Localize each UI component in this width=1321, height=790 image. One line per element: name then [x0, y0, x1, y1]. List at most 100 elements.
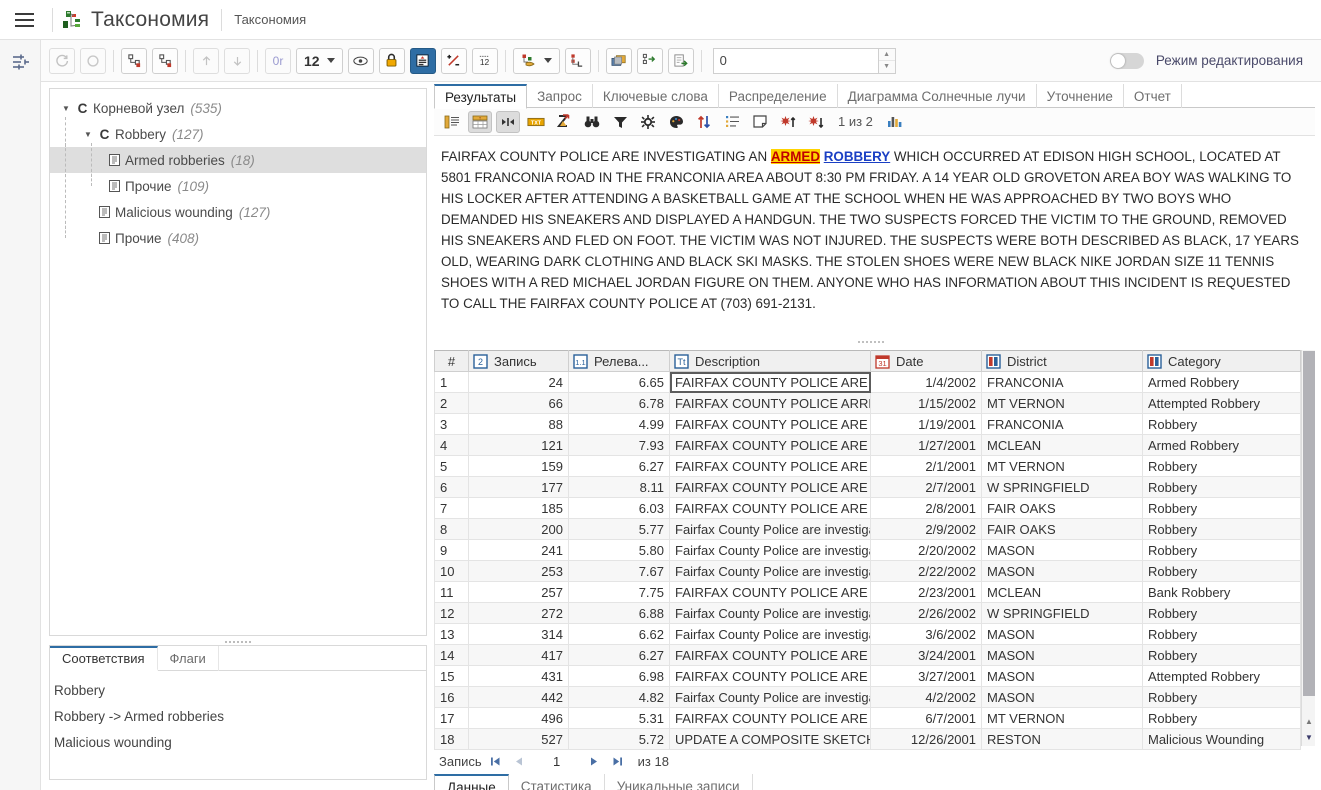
cell-category[interactable]: Armed Robbery — [1142, 434, 1301, 456]
cell-relevance[interactable]: 6.27 — [568, 455, 670, 477]
palette-icon[interactable] — [664, 111, 688, 133]
list-item[interactable]: Malicious wounding — [50, 729, 426, 755]
node-export-icon[interactable] — [636, 47, 663, 74]
cell-district[interactable]: MT VERNON — [981, 455, 1143, 477]
counter-12-icon[interactable]: 12 — [471, 47, 498, 74]
cell-date[interactable]: 2/7/2001 — [870, 476, 982, 498]
cell-district[interactable]: MCLEAN — [981, 434, 1143, 456]
cell-category[interactable]: Robbery — [1142, 539, 1301, 561]
cell-date[interactable]: 1/15/2002 — [870, 392, 982, 414]
list-item[interactable]: Robbery — [50, 677, 426, 703]
cell-category[interactable]: Robbery — [1142, 497, 1301, 519]
cell-record[interactable]: 257 — [468, 581, 569, 603]
cell-record[interactable]: 121 — [468, 434, 569, 456]
binoculars-icon[interactable] — [580, 111, 604, 133]
cell-relevance[interactable]: 4.82 — [568, 686, 670, 708]
cell-district[interactable]: FAIR OAKS — [981, 497, 1143, 519]
tab-refinement[interactable]: Уточнение — [1037, 84, 1124, 108]
cell-date[interactable]: 4/2/2002 — [870, 686, 982, 708]
cell-district[interactable]: MASON — [981, 644, 1143, 666]
tree-expand-icon[interactable] — [121, 47, 147, 74]
last-record-icon[interactable] — [608, 752, 628, 770]
tab-query[interactable]: Запрос — [527, 84, 593, 108]
cell-district[interactable]: MT VERNON — [981, 707, 1143, 729]
edit-mode-toggle[interactable] — [1109, 52, 1144, 69]
cell-description[interactable]: FAIRFAX COUNTY POLICE ARE INVE — [669, 665, 871, 687]
stepper-up-icon[interactable]: ▲ — [878, 49, 895, 61]
cell-description[interactable]: FAIRFAX COUNTY POLICE ARRESTE — [669, 392, 871, 414]
cell-relevance[interactable]: 7.93 — [568, 434, 670, 456]
cell-district[interactable]: MASON — [981, 539, 1143, 561]
tree-node-armed-robberies[interactable]: Armed robberies (18) — [50, 143, 426, 177]
cell-date[interactable]: 2/22/2002 — [870, 560, 982, 582]
cell-description[interactable]: FAIRFAX COUNTY POLICE ARE INVE — [669, 497, 871, 519]
plus-minus-icon[interactable] — [440, 47, 467, 74]
column-header-relevance[interactable]: 1.1 Релева... — [568, 350, 670, 372]
cell-category[interactable]: Robbery — [1142, 476, 1301, 498]
cell-record[interactable]: 177 — [468, 476, 569, 498]
cell-record[interactable]: 253 — [468, 560, 569, 582]
cell-district[interactable]: W SPRINGFIELD — [981, 476, 1143, 498]
tree-node-malicious-wounding[interactable]: Malicious wounding (127) — [50, 195, 426, 229]
tree-node-robbery[interactable]: ▼ C Robbery (127) — [50, 117, 426, 147]
cell-date[interactable]: 1/27/2001 — [870, 434, 982, 456]
cell-district[interactable]: MASON — [981, 665, 1143, 687]
list-view-icon[interactable] — [440, 111, 464, 133]
cell-record[interactable]: 88 — [468, 413, 569, 435]
table-row[interactable]: 6 177 8.11 FAIRFAX COUNTY POLICE ARE INV… — [434, 476, 1301, 498]
cell-category[interactable]: Robbery — [1142, 644, 1301, 666]
cell-description[interactable]: FAIRFAX COUNTY POLICE ARE INVE — [669, 413, 871, 435]
first-record-icon[interactable] — [486, 752, 506, 770]
txt-icon[interactable]: TXT — [524, 111, 548, 133]
cell-record[interactable]: 185 — [468, 497, 569, 519]
cell-record[interactable]: 417 — [468, 644, 569, 666]
undo-circle-icon[interactable] — [80, 47, 106, 74]
cell-record[interactable]: 66 — [468, 392, 569, 414]
column-header-district[interactable]: District — [981, 350, 1143, 372]
cell-category[interactable]: Robbery — [1142, 602, 1301, 624]
layers-icon[interactable] — [605, 47, 632, 74]
table-row[interactable]: 5 159 6.27 FAIRFAX COUNTY POLICE ARE INV… — [434, 455, 1301, 477]
chevron-down-icon[interactable]: ▼ — [58, 104, 74, 113]
cell-category[interactable]: Robbery — [1142, 707, 1301, 729]
arrow-down-icon[interactable] — [224, 47, 250, 74]
cell-category[interactable]: Attempted Robbery — [1142, 665, 1301, 687]
table-row[interactable]: 17 496 5.31 FAIRFAX COUNTY POLICE ARE IN… — [434, 707, 1301, 729]
bullet-list-icon[interactable] — [720, 111, 744, 133]
split-view-icon[interactable] — [496, 110, 520, 133]
table-view-icon[interactable]: T — [468, 110, 492, 133]
cell-date[interactable]: 1/4/2002 — [870, 371, 982, 393]
tree-node-other-408[interactable]: Прочие (408) — [50, 221, 426, 251]
refresh-button[interactable] — [49, 47, 75, 74]
grid-vertical-scrollbar[interactable]: ▲ ▼ — [1301, 350, 1315, 746]
cell-category[interactable]: Bank Robbery — [1142, 581, 1301, 603]
tab-keywords[interactable]: Ключевые слова — [593, 84, 719, 108]
sort-updown-icon[interactable] — [692, 111, 716, 133]
sliders-icon[interactable] — [0, 40, 41, 84]
node-tag-combo[interactable] — [512, 47, 560, 74]
cell-relevance[interactable]: 6.65 — [568, 371, 670, 393]
cell-district[interactable]: MASON — [981, 686, 1143, 708]
scrollbar-thumb[interactable] — [1303, 351, 1315, 696]
column-header-category[interactable]: Category — [1142, 350, 1301, 372]
document-viewer[interactable]: FAIRFAX COUNTY POLICE ARE INVESTIGATING … — [434, 136, 1315, 336]
star-down-icon[interactable] — [804, 111, 828, 133]
cell-date[interactable]: 3/6/2002 — [870, 623, 982, 645]
cell-record[interactable]: 442 — [468, 686, 569, 708]
extract-icon[interactable] — [552, 111, 576, 133]
column-header-index[interactable]: # — [434, 350, 469, 372]
table-row[interactable]: 4 121 7.93 FAIRFAX COUNTY POLICE ARE INV… — [434, 434, 1301, 456]
table-row[interactable]: 11 257 7.75 FAIRFAX COUNTY POLICE ARE IN… — [434, 581, 1301, 603]
cell-relevance[interactable]: 6.78 — [568, 392, 670, 414]
threshold-stepper[interactable]: ▲ ▼ — [712, 47, 896, 74]
tree-node-other-109[interactable]: Прочие (109) — [50, 169, 426, 203]
cell-date[interactable]: 6/7/2001 — [870, 707, 982, 729]
cell-category[interactable]: Robbery — [1142, 518, 1301, 540]
cell-date[interactable]: 3/24/2001 — [870, 644, 982, 666]
cell-district[interactable]: W SPRINGFIELD — [981, 602, 1143, 624]
cell-description[interactable]: Fairfax County Police are investiga — [669, 686, 871, 708]
prev-record-icon[interactable] — [510, 752, 530, 770]
table-row[interactable]: 14 417 6.27 FAIRFAX COUNTY POLICE ARE IN… — [434, 644, 1301, 666]
cell-date[interactable]: 2/20/2002 — [870, 539, 982, 561]
cell-relevance[interactable]: 4.99 — [568, 413, 670, 435]
